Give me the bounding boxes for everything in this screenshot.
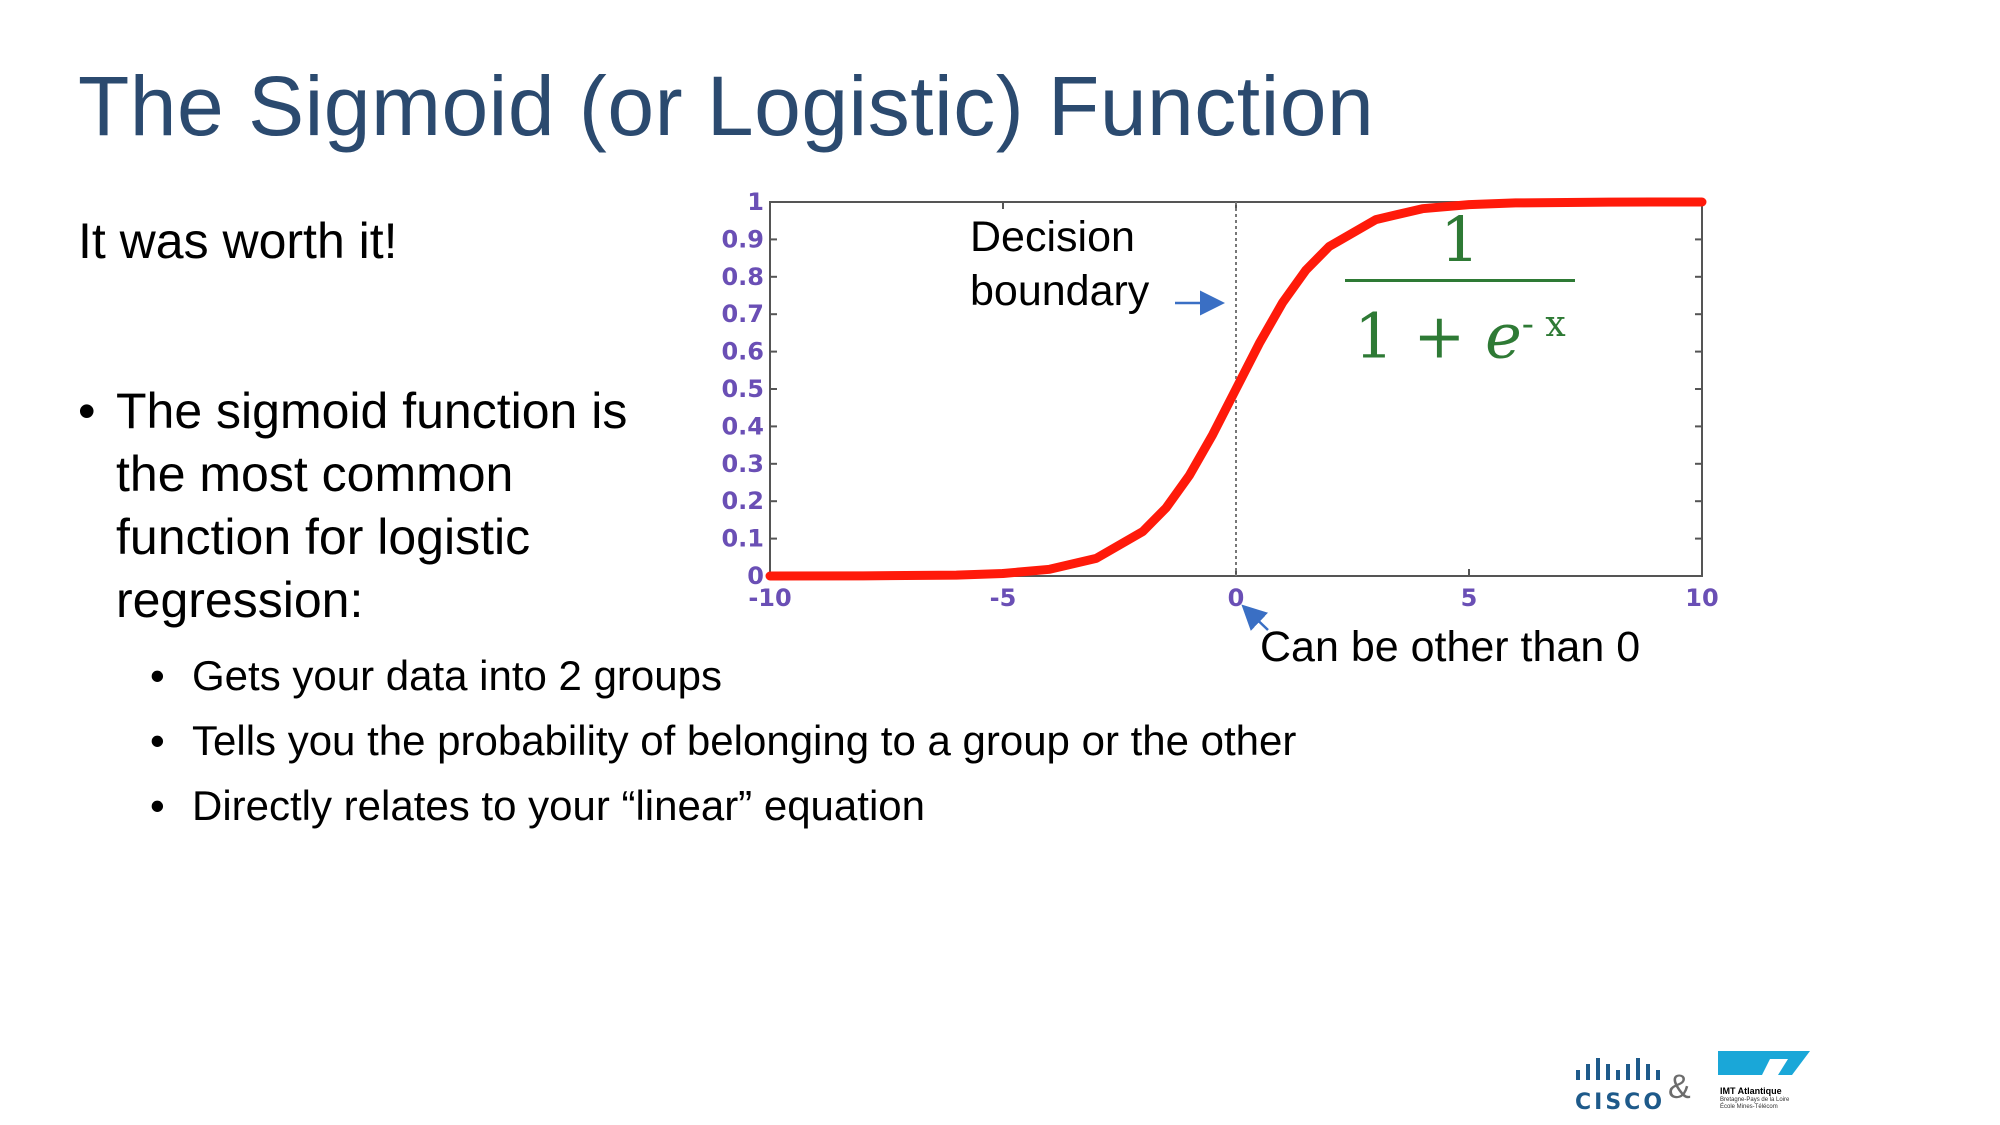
sub-bullet-text: Gets your data into 2 groups bbox=[192, 652, 722, 699]
cisco-logo-text: CISCO bbox=[1575, 1090, 1666, 1115]
sub-bullet-text: Directly relates to your “linear” equati… bbox=[192, 782, 925, 829]
decision-boundary-line2: boundary bbox=[970, 267, 1150, 315]
formula-e: e bbox=[1485, 299, 1522, 373]
main-bullet: • The sigmoid function is the most commo… bbox=[78, 380, 658, 632]
other-than-zero-annotation: Can be other than 0 bbox=[1260, 623, 1641, 671]
cisco-bars-icon bbox=[1576, 1058, 1660, 1080]
y-tick-label: 0.5 bbox=[721, 375, 764, 403]
formula-denominator-base: 1 + bbox=[1354, 299, 1486, 373]
x-tick-label: 0 bbox=[1228, 584, 1245, 612]
y-tick-label: 0.7 bbox=[721, 300, 764, 328]
formula-exponent: - x bbox=[1521, 304, 1566, 345]
y-tick-label: 0.9 bbox=[721, 225, 764, 253]
y-tick-label: 0.2 bbox=[721, 487, 764, 515]
bullet-marker: • bbox=[150, 717, 165, 764]
imt-logo-icon bbox=[1718, 1051, 1810, 1075]
footer-logos: CISCO & IMT Atlantique Bretagne-Pays de … bbox=[1560, 1050, 1830, 1120]
slide-subtitle: It was worth it! bbox=[78, 213, 398, 269]
bullet-marker: • bbox=[150, 782, 165, 829]
imt-logo-subtitle: Bretagne-Pays de la Loire École Mines-Té… bbox=[1720, 1097, 1789, 1111]
bullet-marker: • bbox=[150, 652, 165, 699]
y-tick-label: 0.4 bbox=[721, 412, 764, 440]
sub-bullet-text: Tells you the probability of belonging t… bbox=[192, 717, 1297, 764]
sigmoid-formula: 1 1 + e- x bbox=[1345, 205, 1575, 372]
sub-bullet-item: • Tells you the probability of belonging … bbox=[150, 708, 1296, 773]
decision-boundary-annotation: Decision boundary bbox=[970, 210, 1149, 318]
y-tick-label: 0.8 bbox=[721, 263, 764, 291]
formula-fraction-bar bbox=[1345, 279, 1575, 282]
x-tick-label: -10 bbox=[748, 584, 791, 612]
x-tick-label: -5 bbox=[990, 584, 1017, 612]
y-tick-label: 0.3 bbox=[721, 450, 764, 478]
formula-denominator: 1 + e- x bbox=[1345, 290, 1575, 372]
sigmoid-chart-svg: 00.10.20.30.40.50.60.70.80.91-10 -5 0 5 10 bbox=[721, 188, 1719, 631]
imt-logo-name: IMT Atlantique bbox=[1720, 1086, 1782, 1096]
decision-boundary-line1: Decision bbox=[970, 213, 1135, 261]
sigmoid-chart: 0 0.1 0.2 0.3 0.4 0.5 0.6 0.7 0.8 0.9 1 -10 -5 0 5 10 D… bbox=[700, 180, 1730, 680]
y-tick-label: 0.1 bbox=[721, 525, 764, 553]
formula-numerator: 1 bbox=[1440, 203, 1480, 276]
logo-ampersand: & bbox=[1668, 1068, 1691, 1106]
bullet-marker: • bbox=[78, 383, 96, 439]
imt-logo-subtitle-line2: École Mines-Télécom bbox=[1720, 1104, 1778, 1110]
x-tick-label: 5 bbox=[1461, 584, 1478, 612]
imt-logo-subtitle-line1: Bretagne-Pays de la Loire bbox=[1720, 1097, 1790, 1103]
slide-title: The Sigmoid (or Logistic) Function bbox=[78, 59, 1375, 153]
x-tick-label: 10 bbox=[1685, 584, 1718, 612]
y-tick-label: 1 bbox=[747, 188, 764, 216]
main-bullet-text: The sigmoid function is the most common … bbox=[116, 383, 628, 628]
y-tick-label: 0.6 bbox=[721, 338, 764, 366]
sub-bullet-item: • Directly relates to your “linear” equat… bbox=[150, 773, 1296, 838]
